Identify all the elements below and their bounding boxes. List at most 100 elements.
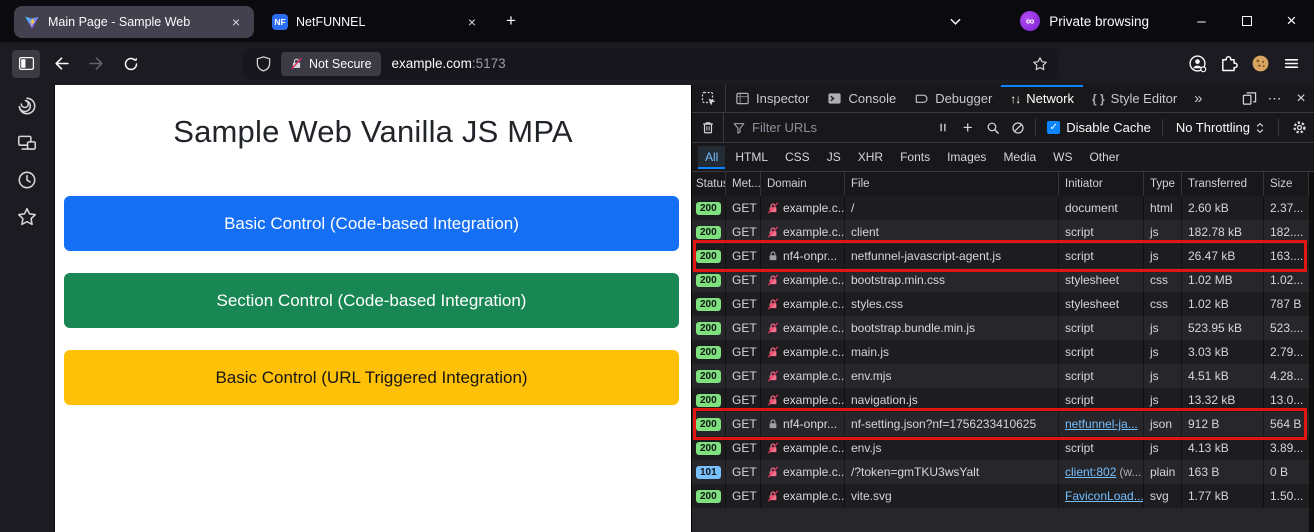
request-row[interactable]: 200 GET example.c... client script js 182.78 k… xyxy=(692,220,1309,244)
transferred-cell: 3.03 kB xyxy=(1182,340,1264,364)
bookmarks-star-icon[interactable] xyxy=(15,205,39,229)
status-badge: 200 xyxy=(696,321,721,335)
tab-main-page[interactable]: Main Page - Sample Web × xyxy=(14,6,254,38)
minimize-button[interactable]: – xyxy=(1179,0,1224,42)
column-header-type[interactable]: Type xyxy=(1144,172,1182,196)
filter-js[interactable]: JS xyxy=(820,146,848,169)
new-tab-button[interactable]: + xyxy=(498,8,524,34)
ai-chatbot-icon[interactable] xyxy=(15,94,39,118)
filter-fonts[interactable]: Fonts xyxy=(893,146,937,169)
request-row[interactable]: 200 GET nf4-onpr... nf-setting.json?nf=1756… xyxy=(692,408,1309,440)
filter-xhr[interactable]: XHR xyxy=(851,146,890,169)
section-control-code-button[interactable]: Section Control (Code-based Integration) xyxy=(64,273,679,328)
not-secure-chip[interactable]: Not Secure xyxy=(281,51,381,76)
tab-console[interactable]: Console xyxy=(818,85,905,112)
extensions-puzzle-icon[interactable] xyxy=(1220,55,1238,73)
initiator-text: script xyxy=(1065,345,1094,359)
tab-close-icon[interactable]: × xyxy=(226,12,246,32)
more-tools-chevron[interactable]: » xyxy=(1186,85,1210,112)
bookmark-star-icon[interactable] xyxy=(1032,56,1048,72)
lock-insecure-icon xyxy=(767,490,779,502)
pick-element-button[interactable] xyxy=(692,85,726,112)
cookie-extension-icon[interactable] xyxy=(1251,54,1270,73)
size-cell: 3.89... xyxy=(1270,441,1304,455)
responsive-design-mode-button[interactable] xyxy=(1236,85,1262,112)
initiator-link[interactable]: FaviconLoad... xyxy=(1065,489,1143,503)
filter-other[interactable]: Other xyxy=(1082,146,1126,169)
sidebar-toggle-button[interactable] xyxy=(12,49,40,78)
column-header-status[interactable]: Status xyxy=(692,172,726,196)
basic-control-code-button[interactable]: Basic Control (Code-based Integration) xyxy=(64,196,679,251)
tab-network[interactable]: ↑↓ Network xyxy=(1001,85,1083,112)
disable-cache-control[interactable]: ✓ Disable Cache xyxy=(1041,120,1157,135)
request-row[interactable]: 200 GET example.c... env.mjs script js 4.51 kB… xyxy=(692,364,1309,388)
tab-label: Debugger xyxy=(935,91,993,106)
column-header-file[interactable]: File xyxy=(845,172,1059,196)
initiator-link[interactable]: netfunnel-ja... xyxy=(1065,417,1138,431)
request-row[interactable]: 200 GET example.c... styles.css stylesheet cs… xyxy=(692,292,1309,316)
column-header-size[interactable]: Size xyxy=(1264,172,1309,196)
filter-all[interactable]: All xyxy=(698,145,726,169)
tab-netfunnel[interactable]: NF NetFUNNEL × xyxy=(262,6,490,38)
account-icon[interactable] xyxy=(1188,54,1207,73)
request-row[interactable]: 200 GET example.c... vite.svg FaviconLoad...… xyxy=(692,484,1309,508)
table-header-row[interactable]: Status Met... Domain File Initiator Type Trans… xyxy=(692,172,1309,196)
tab-debugger[interactable]: Debugger xyxy=(905,85,1001,112)
request-row[interactable]: 200 GET nf4-onpr... netfunnel-javascript-ag… xyxy=(692,240,1309,272)
initiator-text: script xyxy=(1065,393,1094,407)
tab-inspector[interactable]: Inspector xyxy=(726,85,818,112)
pause-button[interactable] xyxy=(930,116,955,140)
network-settings-button[interactable] xyxy=(1284,113,1314,142)
url-bar[interactable]: Not Secure example.com:5173 xyxy=(243,47,1058,80)
har-add-button[interactable]: + xyxy=(955,116,980,140)
shield-icon[interactable] xyxy=(255,55,272,72)
filter-html[interactable]: HTML xyxy=(728,146,775,169)
size-cell: 182.... xyxy=(1270,225,1304,239)
column-header-transferred[interactable]: Transferred xyxy=(1182,172,1264,196)
maximize-button[interactable] xyxy=(1224,0,1269,42)
search-button[interactable] xyxy=(980,116,1005,140)
block-requests-button[interactable] xyxy=(1005,116,1030,140)
domain-text: nf4-onpr... xyxy=(783,417,838,431)
request-row[interactable]: 200 GET example.c... main.js script js 3.03 kB… xyxy=(692,340,1309,364)
request-row[interactable]: 200 GET example.c... env.js script js 4.13 kB 3… xyxy=(692,436,1309,460)
initiator-cell: script xyxy=(1059,388,1144,412)
file-cell: / xyxy=(845,196,1059,220)
filter-urls-input[interactable] xyxy=(752,120,902,135)
filter-ws[interactable]: WS xyxy=(1046,146,1079,169)
back-button[interactable] xyxy=(47,50,75,78)
basic-control-url-button[interactable]: Basic Control (URL Triggered Integration… xyxy=(64,350,679,405)
list-all-tabs-button[interactable] xyxy=(942,8,968,34)
devtools-menu-button[interactable]: ⋯ xyxy=(1262,85,1288,112)
filter-images[interactable]: Images xyxy=(940,146,993,169)
url-text[interactable]: example.com:5173 xyxy=(392,56,506,71)
column-header-initiator[interactable]: Initiator xyxy=(1059,172,1144,196)
request-row[interactable]: 200 GET example.c... / document html 2.60 kB 2.… xyxy=(692,196,1309,220)
lock-insecure-icon xyxy=(767,442,779,454)
lock-insecure-icon xyxy=(767,346,779,358)
initiator-cell: client:802 (w... xyxy=(1059,460,1144,484)
request-row[interactable]: 200 GET example.c... navigation.js script js 1… xyxy=(692,388,1309,412)
close-window-button[interactable]: × xyxy=(1269,0,1314,42)
initiator-link[interactable]: client:802 xyxy=(1065,465,1116,479)
reload-button[interactable] xyxy=(117,50,145,78)
forward-button[interactable] xyxy=(82,50,110,78)
transferred-cell: 1.02 kB xyxy=(1182,292,1264,316)
request-row[interactable]: 200 GET example.c... bootstrap.min.css style… xyxy=(692,268,1309,292)
devtools-close-button[interactable]: × xyxy=(1288,85,1314,112)
menu-hamburger-icon[interactable] xyxy=(1283,55,1300,72)
tab-close-icon[interactable]: × xyxy=(462,12,482,32)
synced-tabs-icon[interactable] xyxy=(15,131,39,155)
type-cell: js xyxy=(1144,244,1182,268)
clear-requests-button[interactable] xyxy=(692,113,724,142)
filter-css[interactable]: CSS xyxy=(778,146,817,169)
column-header-met[interactable]: Met... xyxy=(726,172,761,196)
checkbox-checked-icon[interactable]: ✓ xyxy=(1047,121,1061,134)
tab-style-editor[interactable]: { } Style Editor xyxy=(1083,85,1186,112)
throttling-dropdown[interactable]: No Throttling xyxy=(1168,120,1273,135)
request-row[interactable]: 101 GET example.c.../?token=gmTKU3wsYalt cl… xyxy=(692,460,1309,484)
column-header-domain[interactable]: Domain xyxy=(761,172,845,196)
history-clock-icon[interactable] xyxy=(15,168,39,192)
request-row[interactable]: 200 GET example.c... bootstrap.bundle.min.j… xyxy=(692,316,1309,340)
filter-media[interactable]: Media xyxy=(996,146,1043,169)
